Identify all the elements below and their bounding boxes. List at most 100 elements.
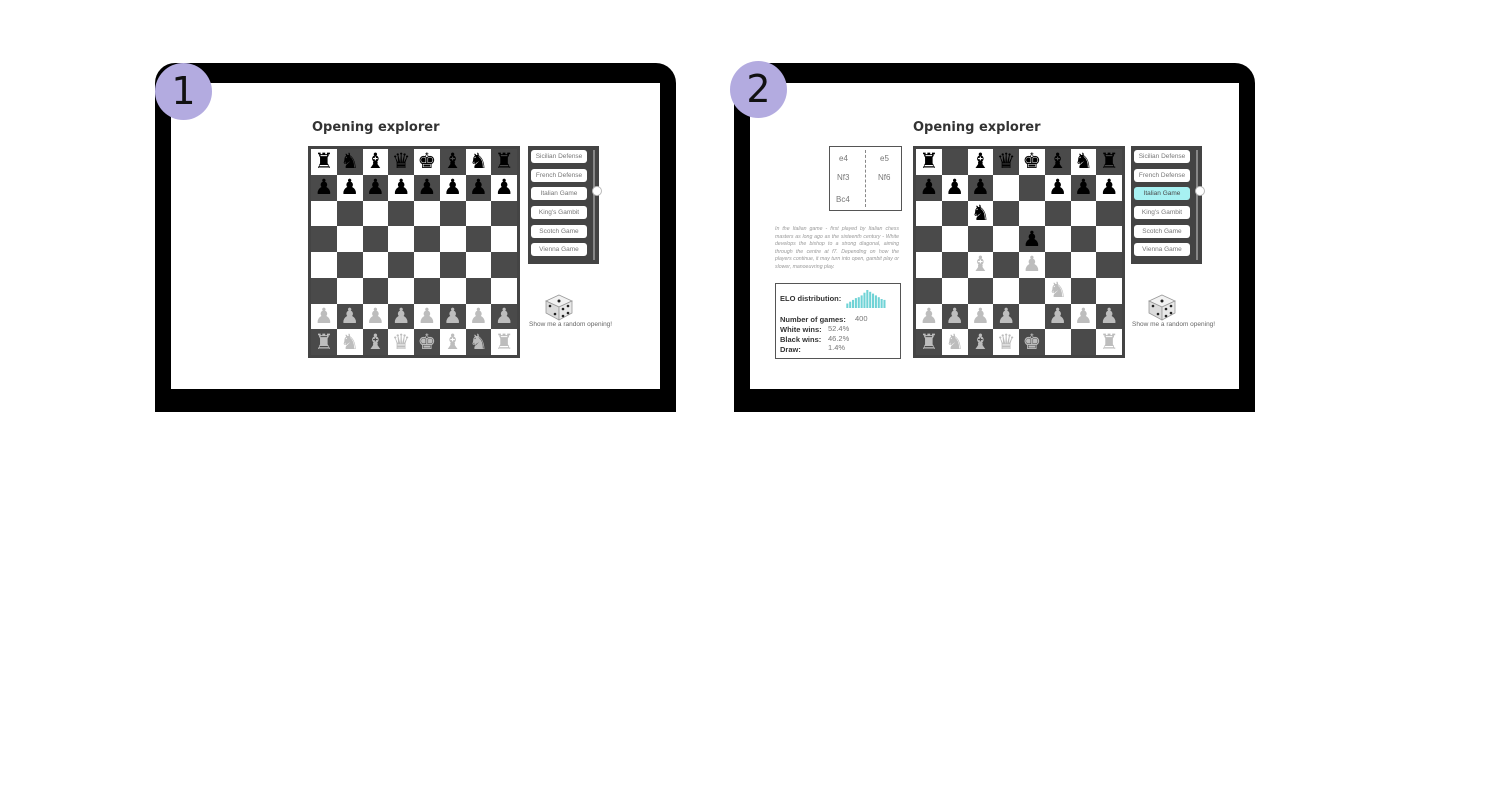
opening-item-sicilian[interactable]: Sicilian Defense [531,150,587,163]
board-square[interactable] [993,174,1019,201]
black-rook-icon[interactable]: ♜ [495,151,514,172]
white-rook-icon[interactable]: ♜ [314,331,333,353]
board-square[interactable]: ♟ [362,174,389,201]
black-knight-icon[interactable]: ♞ [469,151,488,172]
black-pawn-icon[interactable]: ♟ [366,177,385,198]
board-square[interactable] [311,277,337,304]
board-square[interactable] [993,200,1019,227]
board-square[interactable]: ♞ [1044,277,1071,304]
dice-icon[interactable] [544,293,574,321]
white-knight-icon[interactable]: ♞ [469,331,488,353]
board-square[interactable] [388,252,414,278]
opening-item-french[interactable]: French Defense [1134,169,1190,182]
black-pawn-icon[interactable]: ♟ [340,177,359,198]
board-square[interactable] [1044,200,1071,227]
opening-item-italian[interactable]: Italian Game [1134,187,1190,200]
board-square[interactable]: ♟ [465,303,492,330]
scrollbar-knob[interactable] [1195,186,1205,196]
board-square[interactable]: ♞ [336,329,363,355]
board-square[interactable]: ♟ [311,174,337,201]
board-square[interactable] [465,277,492,304]
board-square[interactable]: ♟ [414,303,440,330]
white-pawn-icon[interactable]: ♟ [340,305,359,327]
black-pawn-icon[interactable]: ♟ [971,177,990,198]
board-square[interactable] [336,200,363,227]
board-square[interactable]: ♝ [362,329,389,355]
board-square[interactable]: ♟ [916,174,942,201]
board-square[interactable] [941,277,968,304]
scrollbar-knob[interactable] [592,186,602,196]
black-knight-icon[interactable]: ♞ [1074,151,1093,172]
board-square[interactable]: ♞ [465,149,492,175]
black-rook-icon[interactable]: ♜ [919,151,938,172]
white-pawn-icon[interactable]: ♟ [1048,305,1067,327]
black-pawn-icon[interactable]: ♟ [417,177,436,198]
opening-item-vienna[interactable]: Vienna Game [1134,243,1190,256]
black-pawn-icon[interactable]: ♟ [1048,177,1067,198]
board-square[interactable] [1070,200,1097,227]
board-square[interactable]: ♟ [491,303,517,330]
board-square[interactable] [1096,277,1122,304]
board-square[interactable]: ♟ [993,303,1019,330]
black-pawn-icon[interactable]: ♟ [495,177,514,198]
black-queen-icon[interactable]: ♛ [392,151,411,172]
board-square[interactable]: ♛ [388,329,414,355]
list-scrollbar[interactable] [593,150,595,260]
black-pawn-icon[interactable]: ♟ [1022,228,1041,250]
board-square[interactable] [916,252,942,278]
black-bishop-icon[interactable]: ♝ [1048,151,1067,172]
board-square[interactable] [465,226,492,252]
board-square[interactable] [414,252,440,278]
white-bishop-icon[interactable]: ♝ [366,331,385,353]
white-knight-icon[interactable]: ♞ [1048,280,1067,301]
board-square[interactable] [414,226,440,252]
board-square[interactable] [311,252,337,278]
board-square[interactable] [941,149,968,175]
board-square[interactable]: ♟ [491,174,517,201]
board-square[interactable] [1096,200,1122,227]
board-square[interactable]: ♚ [414,149,440,175]
board-square[interactable] [941,200,968,227]
board-square[interactable]: ♟ [414,174,440,201]
opening-item-vienna[interactable]: Vienna Game [531,243,587,256]
board-square[interactable]: ♞ [967,200,994,227]
list-scrollbar[interactable] [1196,150,1198,260]
black-pawn-icon[interactable]: ♟ [919,177,938,198]
board-square[interactable]: ♟ [336,303,363,330]
board-square[interactable]: ♛ [993,149,1019,175]
dice-icon[interactable] [1147,293,1177,321]
board-square[interactable]: ♟ [1044,174,1071,201]
black-pawn-icon[interactable]: ♟ [1100,177,1119,198]
black-king-icon[interactable]: ♚ [1022,151,1041,172]
board-square[interactable]: ♝ [967,329,994,355]
board-square[interactable]: ♟ [1019,252,1045,278]
board-square[interactable]: ♟ [388,303,414,330]
board-square[interactable] [311,200,337,227]
black-pawn-icon[interactable]: ♟ [443,177,462,198]
black-rook-icon[interactable]: ♜ [314,151,333,172]
board-square[interactable]: ♟ [465,174,492,201]
board-square[interactable]: ♟ [311,303,337,330]
board-square[interactable] [465,200,492,227]
board-square[interactable] [336,277,363,304]
board-square[interactable] [336,252,363,278]
opening-item-italian[interactable]: Italian Game [531,187,587,200]
black-pawn-icon[interactable]: ♟ [314,177,333,198]
opening-item-scotch[interactable]: Scotch Game [1134,225,1190,238]
white-rook-icon[interactable]: ♜ [495,331,514,353]
white-pawn-icon[interactable]: ♟ [919,305,938,327]
white-pawn-icon[interactable]: ♟ [1100,305,1119,327]
board-square[interactable]: ♟ [967,303,994,330]
white-rook-icon[interactable]: ♜ [919,331,938,353]
board-square[interactable]: ♚ [1019,149,1045,175]
black-pawn-icon[interactable]: ♟ [392,177,411,198]
black-bishop-icon[interactable]: ♝ [443,151,462,172]
board-square[interactable] [1044,252,1071,278]
white-king-icon[interactable]: ♚ [417,331,436,353]
board-square[interactable] [1070,329,1097,355]
board-square[interactable] [1096,252,1122,278]
white-pawn-icon[interactable]: ♟ [417,305,436,327]
board-square[interactable]: ♟ [439,174,466,201]
white-pawn-icon[interactable]: ♟ [997,305,1016,327]
white-rook-icon[interactable]: ♜ [1100,331,1119,353]
